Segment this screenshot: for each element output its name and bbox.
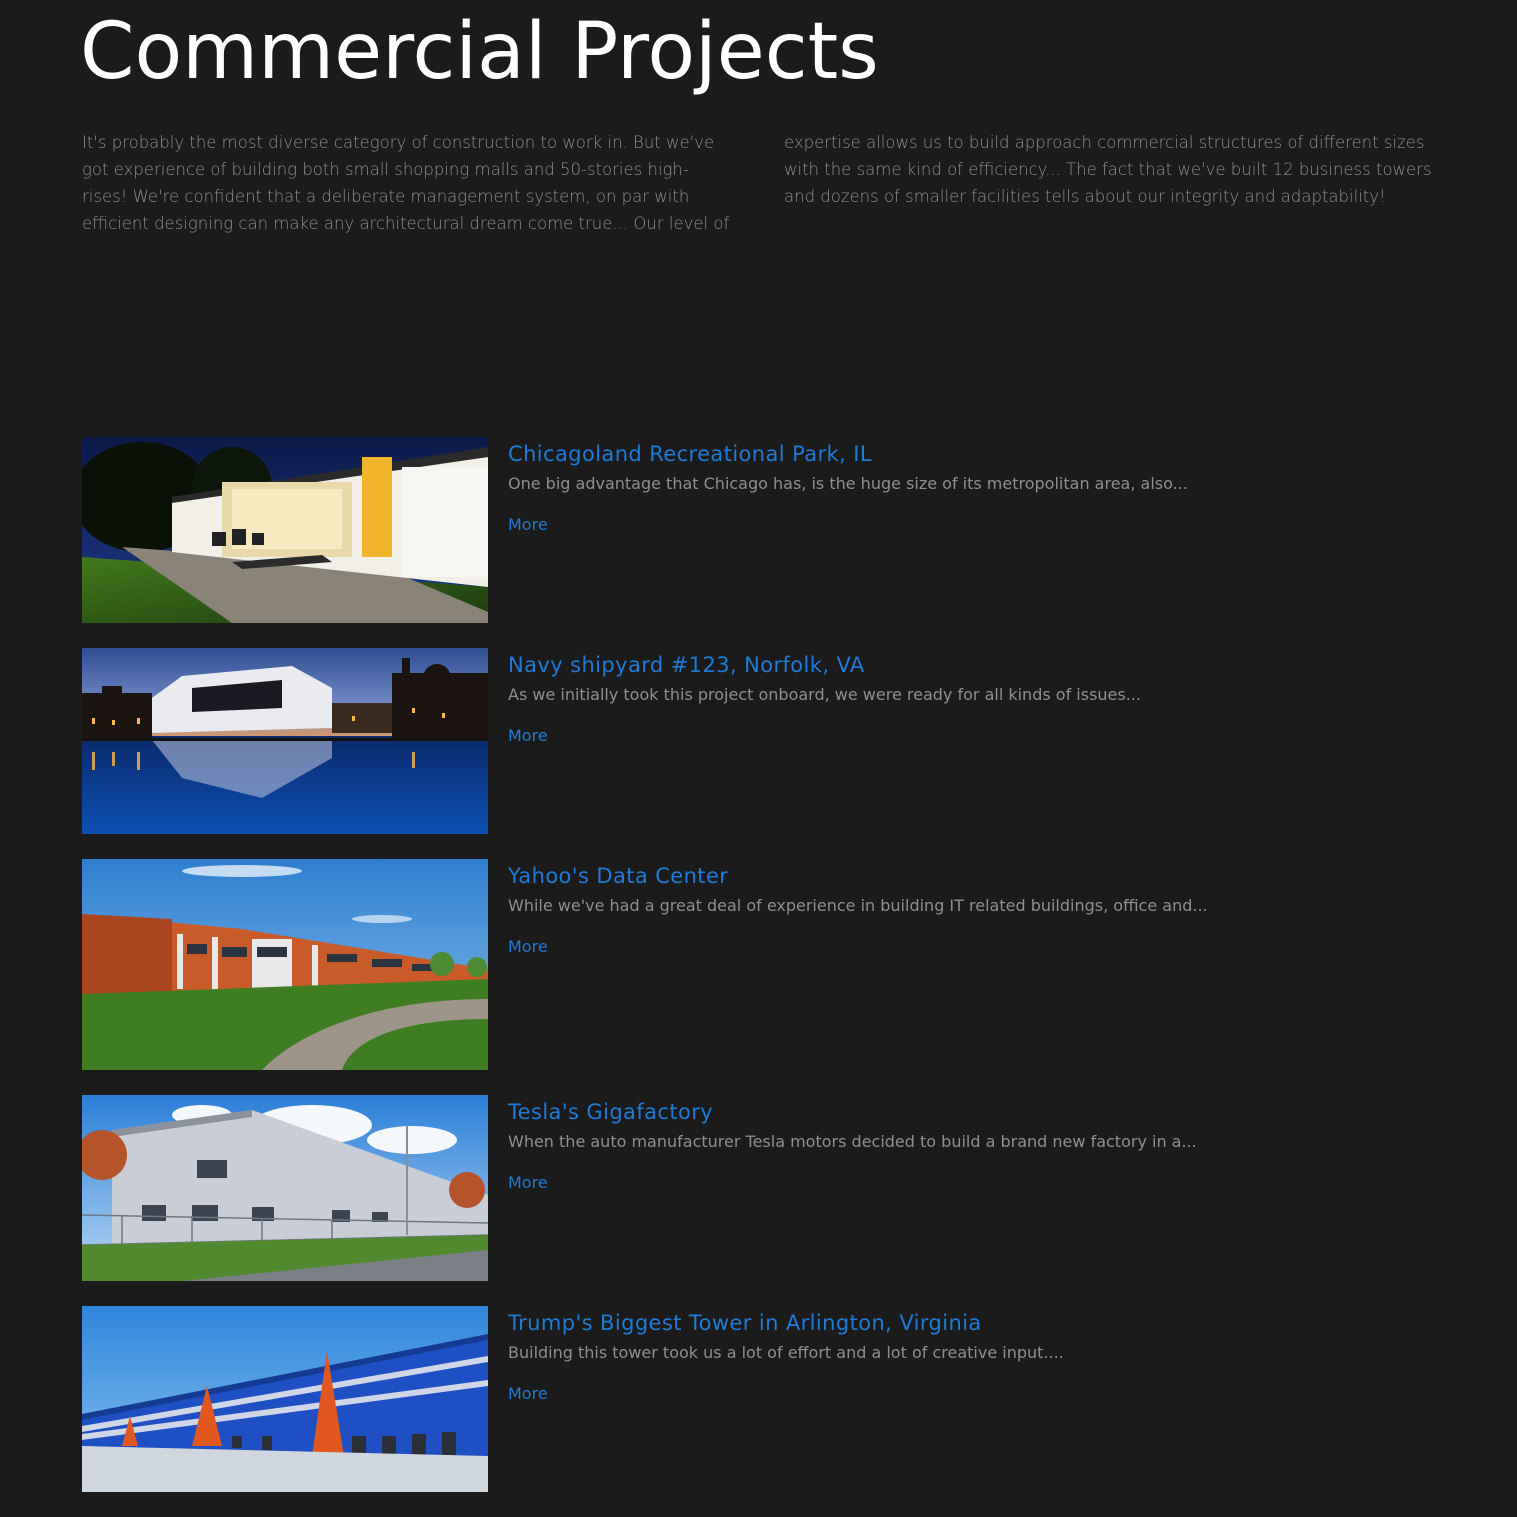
project-description: One big advantage that Chicago has, is t… xyxy=(508,474,1188,493)
project-title[interactable]: Yahoo's Data Center xyxy=(508,861,728,891)
project-thumbnail-brick-building[interactable] xyxy=(82,859,488,1070)
project-description: As we initially took this project onboar… xyxy=(508,685,1141,704)
project-title[interactable]: Navy shipyard #123, Norfolk, VA xyxy=(508,650,865,680)
project-thumbnail-modern-house[interactable] xyxy=(82,437,488,623)
intro-text-left: It's probably the most diverse category … xyxy=(82,133,730,233)
project-description: When the auto manufacturer Tesla motors … xyxy=(508,1132,1197,1151)
project-thumbnail-grey-warehouse[interactable] xyxy=(82,1095,488,1281)
project-description: While we've had a great deal of experien… xyxy=(508,896,1208,915)
project-description: Building this tower took us a lot of eff… xyxy=(508,1343,1064,1362)
project-item: Navy shipyard #123, Norfolk, VA As we in… xyxy=(82,648,1432,834)
project-title[interactable]: Tesla's Gigafactory xyxy=(508,1097,713,1127)
project-item: Trump's Biggest Tower in Arlington, Virg… xyxy=(82,1306,1432,1492)
project-title[interactable]: Trump's Biggest Tower in Arlington, Virg… xyxy=(508,1308,982,1338)
project-thumbnail-waterfront[interactable] xyxy=(82,648,488,834)
project-title[interactable]: Chicagoland Recreational Park, IL xyxy=(508,439,872,469)
more-link[interactable]: More xyxy=(508,513,548,537)
more-link[interactable]: More xyxy=(508,1382,548,1406)
intro-text-right: expertise allows us to build approach co… xyxy=(784,133,1432,206)
more-link[interactable]: More xyxy=(508,724,548,748)
project-thumbnail-blue-warehouse[interactable] xyxy=(82,1306,488,1492)
project-item: Tesla's Gigafactory When the auto manufa… xyxy=(82,1095,1432,1281)
project-item: Chicagoland Recreational Park, IL One bi… xyxy=(82,437,1432,623)
page-title: Commercial Projects xyxy=(80,7,879,97)
project-item: Yahoo's Data Center While we've had a gr… xyxy=(82,859,1432,1070)
more-link[interactable]: More xyxy=(508,1171,548,1195)
more-link[interactable]: More xyxy=(508,935,548,959)
